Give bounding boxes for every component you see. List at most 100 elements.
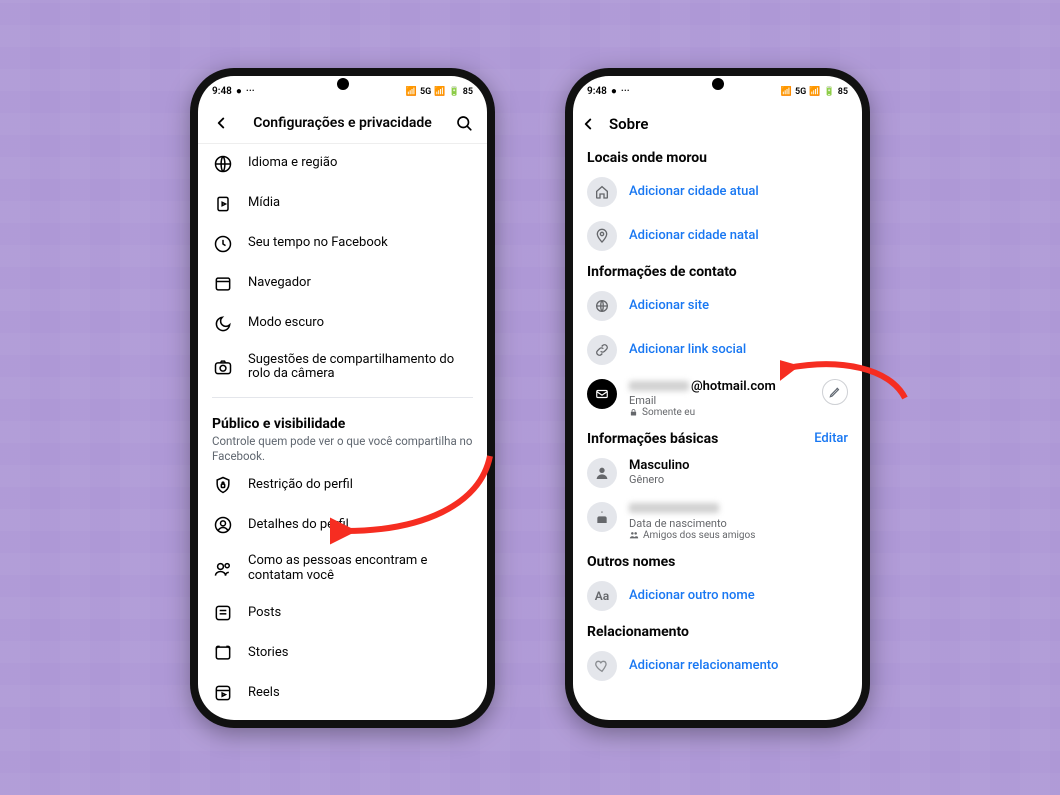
section-title: Informações de contato bbox=[587, 264, 737, 280]
menu-item-stories[interactable]: Stories bbox=[198, 633, 487, 673]
header-title: Configurações e privacidade bbox=[236, 115, 449, 131]
menu-label: Modo escuro bbox=[248, 316, 324, 331]
chevron-left-icon bbox=[579, 115, 597, 133]
section-title: Público e visibilidade bbox=[212, 416, 473, 432]
menu-label: Idioma e região bbox=[248, 156, 337, 171]
section-title: Outros nomes bbox=[587, 554, 675, 570]
wifi-icon: 📶 bbox=[434, 87, 445, 97]
audience-label: Amigos dos seus amigos bbox=[643, 530, 755, 541]
email-label: Email bbox=[629, 394, 810, 407]
phone-left: 9:48 ● ··· 📶 5G 📶 🔋 85 Configurações e p… bbox=[190, 68, 495, 728]
menu-label: Posts bbox=[248, 606, 281, 621]
menu-label: Restrição do perfil bbox=[248, 478, 353, 493]
section-title: Relacionamento bbox=[587, 624, 689, 640]
stories-icon bbox=[212, 642, 234, 664]
battery-icon: 🔋 bbox=[823, 87, 834, 97]
menu-label: Sugestões de compartilhamento do rolo da… bbox=[248, 353, 473, 383]
back-button[interactable] bbox=[579, 115, 605, 133]
menu-item-dark[interactable]: Modo escuro bbox=[198, 304, 487, 344]
mail-icon bbox=[595, 387, 609, 401]
app-header: Configurações e privacidade bbox=[198, 104, 487, 144]
menu-item-restriction[interactable]: Restrição do perfil bbox=[198, 465, 487, 505]
browser-icon bbox=[212, 273, 234, 295]
section-title: Locais onde morou bbox=[587, 150, 707, 166]
section-title: Informações básicas bbox=[587, 431, 718, 447]
section-other-names: Outros nomes bbox=[573, 548, 862, 574]
status-5g: 5G bbox=[420, 87, 431, 97]
menu-label: Detalhes do perfil bbox=[248, 518, 349, 533]
menu-label: Navegador bbox=[248, 276, 311, 291]
audience-label: Somente eu bbox=[642, 407, 695, 418]
header-title: Sobre bbox=[609, 115, 648, 133]
email-suffix: @hotmail.com bbox=[691, 379, 776, 394]
gender-label: Gênero bbox=[629, 473, 689, 486]
section-desc: Controle quem pode ver o que você compar… bbox=[212, 434, 473, 463]
media-icon bbox=[212, 193, 234, 215]
birthday-row[interactable]: Data de nascimento Amigos dos seus amigo… bbox=[573, 495, 862, 548]
battery-icon: 🔋 bbox=[448, 87, 459, 97]
battery-pct: 85 bbox=[838, 87, 848, 97]
menu-label: Como as pessoas encontram e contatam voc… bbox=[248, 554, 473, 584]
birthday-label: Data de nascimento bbox=[629, 517, 755, 530]
link-label: Adicionar relacionamento bbox=[629, 658, 778, 673]
birthday-redacted bbox=[629, 503, 719, 513]
battery-pct: 85 bbox=[463, 87, 473, 97]
menu-item-time[interactable]: Seu tempo no Facebook bbox=[198, 224, 487, 264]
status-more: ··· bbox=[621, 86, 630, 97]
menu-label: Seu tempo no Facebook bbox=[248, 236, 388, 251]
menu-label: Mídia bbox=[248, 196, 280, 211]
menu-item-posts[interactable]: Posts bbox=[198, 593, 487, 633]
section-places: Locais onde morou bbox=[573, 144, 862, 170]
email-redacted bbox=[629, 381, 689, 391]
status-dot: ● bbox=[236, 86, 242, 97]
add-other-name[interactable]: Aa Adicionar outro nome bbox=[573, 574, 862, 618]
shield-icon bbox=[212, 474, 234, 496]
person-icon bbox=[594, 465, 610, 481]
friends-icon bbox=[629, 530, 639, 540]
camera-icon bbox=[212, 356, 234, 378]
menu-item-browser[interactable]: Navegador bbox=[198, 264, 487, 304]
add-hometown[interactable]: Adicionar cidade natal bbox=[573, 214, 862, 258]
link-icon bbox=[594, 342, 610, 358]
menu-item-discoverability[interactable]: Como as pessoas encontram e contatam voc… bbox=[198, 545, 487, 593]
pencil-icon bbox=[828, 385, 842, 399]
search-button[interactable] bbox=[449, 114, 479, 132]
pin-icon bbox=[594, 228, 610, 244]
signal-icon: 📶 bbox=[781, 87, 792, 97]
link-label: Adicionar link social bbox=[629, 342, 746, 357]
add-website[interactable]: Adicionar site bbox=[573, 284, 862, 328]
edit-basic-link[interactable]: Editar bbox=[814, 431, 848, 446]
add-current-city[interactable]: Adicionar cidade atual bbox=[573, 170, 862, 214]
email-row[interactable]: @hotmail.com Email Somente eu bbox=[573, 372, 862, 425]
clock-icon bbox=[212, 233, 234, 255]
menu-item-followers[interactable]: Seguidores e conteúdo público bbox=[198, 713, 487, 720]
menu-item-camera-roll[interactable]: Sugestões de compartilhamento do rolo da… bbox=[198, 344, 487, 392]
gender-row[interactable]: Masculino Gênero bbox=[573, 451, 862, 495]
status-5g: 5G bbox=[795, 87, 806, 97]
menu-item-language[interactable]: Idioma e região bbox=[198, 144, 487, 184]
cake-icon bbox=[594, 509, 610, 525]
menu-label: Reels bbox=[248, 686, 280, 701]
globe-icon bbox=[594, 298, 610, 314]
add-relationship[interactable]: Adicionar relacionamento bbox=[573, 644, 862, 688]
home-icon bbox=[594, 184, 610, 200]
section-contact: Informações de contato bbox=[573, 258, 862, 284]
wifi-icon: 📶 bbox=[809, 87, 820, 97]
user-icon bbox=[212, 514, 234, 536]
gender-value: Masculino bbox=[629, 458, 689, 473]
app-header: Sobre bbox=[573, 104, 862, 144]
status-time: 9:48 bbox=[212, 86, 232, 97]
signal-icon: 📶 bbox=[406, 87, 417, 97]
menu-item-profile-details[interactable]: Detalhes do perfil bbox=[198, 505, 487, 545]
edit-email-button[interactable] bbox=[822, 379, 848, 405]
search-icon bbox=[455, 114, 473, 132]
users-icon bbox=[212, 558, 234, 580]
section-audience: Público e visibilidade Controle quem pod… bbox=[198, 404, 487, 465]
link-label: Adicionar cidade natal bbox=[629, 228, 759, 243]
add-social-link[interactable]: Adicionar link social bbox=[573, 328, 862, 372]
menu-item-media[interactable]: Mídia bbox=[198, 184, 487, 224]
back-button[interactable] bbox=[206, 114, 236, 132]
menu-item-reels[interactable]: Reels bbox=[198, 673, 487, 713]
status-time: 9:48 bbox=[587, 86, 607, 97]
link-label: Adicionar site bbox=[629, 298, 709, 313]
